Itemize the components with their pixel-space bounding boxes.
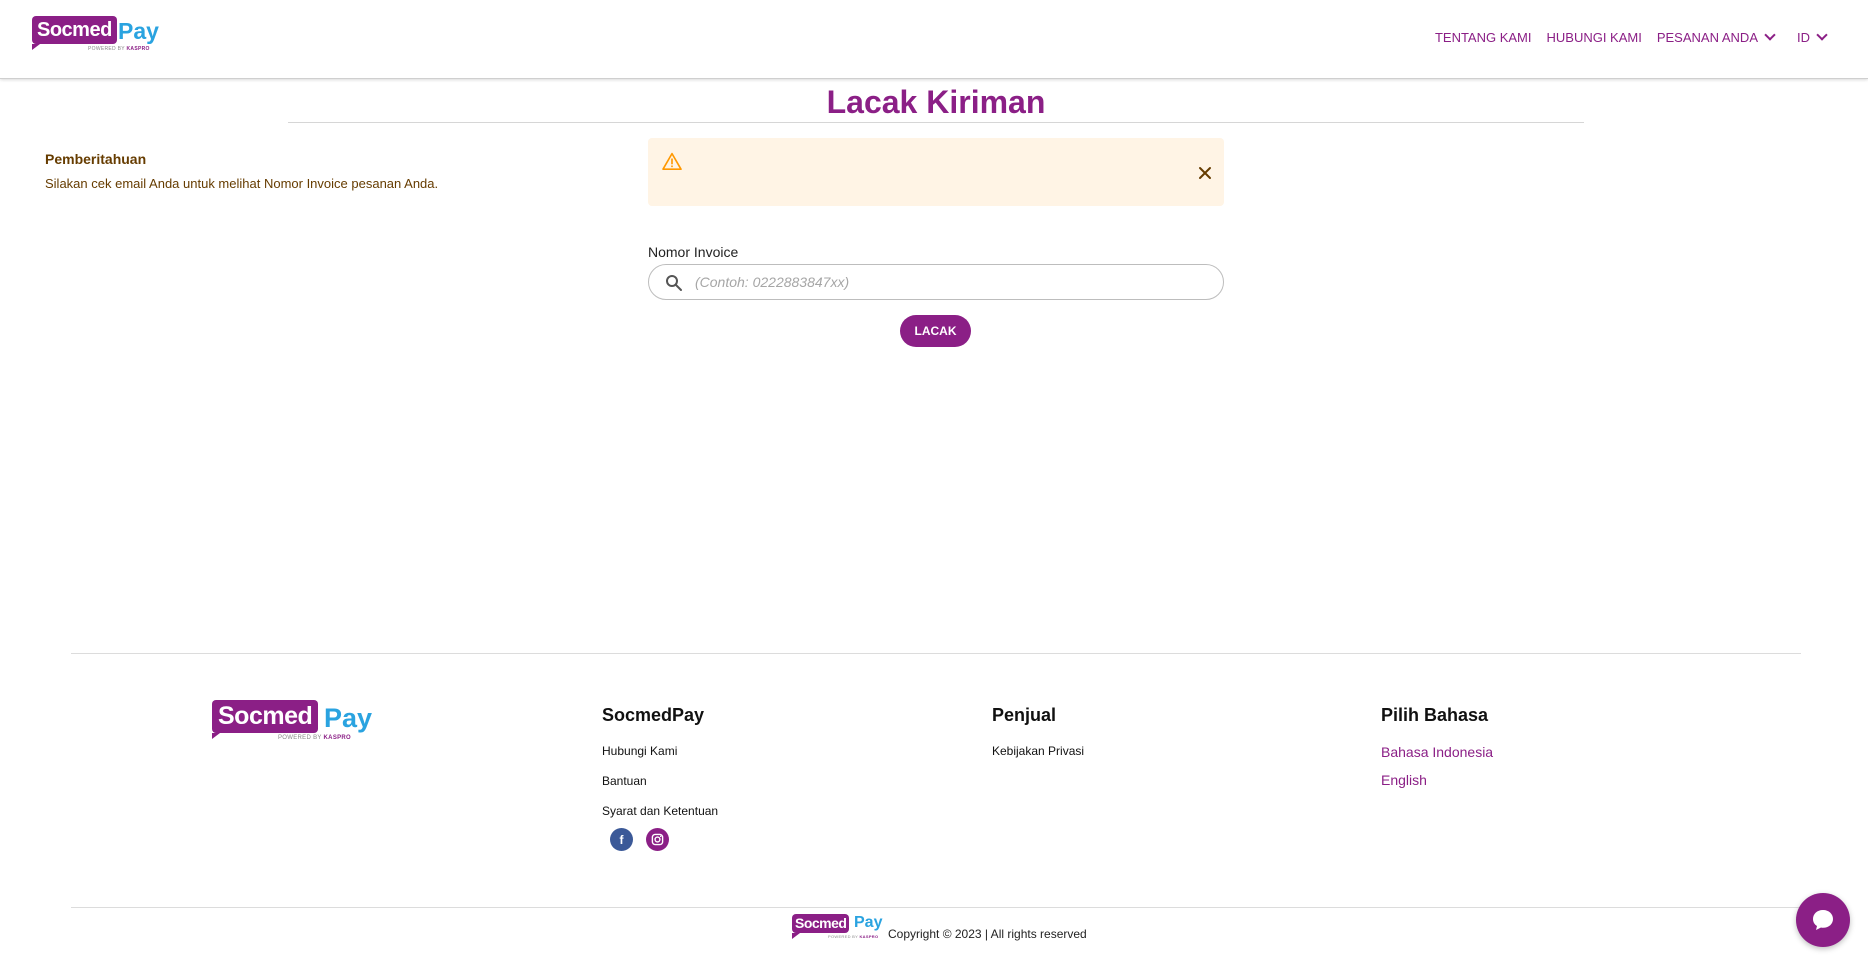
logo-pay-text: Pay (324, 703, 373, 733)
notice-alert (648, 138, 1224, 206)
footer-heading: Penjual (992, 705, 1057, 725)
track-button[interactable]: LACAK (900, 315, 971, 347)
logo-pay-text: Pay (118, 18, 159, 44)
nav-hubungi-kami[interactable]: HUBUNGI KAMI (1547, 30, 1642, 45)
nav-label: HUBUNGI KAMI (1546, 30, 1642, 45)
chevron-down-icon (1764, 29, 1776, 41)
header-logo[interactable]: Socmed Pay POWERED BY KASPRO (32, 16, 172, 56)
main-nav: TENTANG KAMI HUBUNGI KAMI PESANAN ANDA I… (1435, 29, 1828, 45)
warning-icon (662, 152, 682, 170)
language-link-english[interactable]: English (1381, 772, 1493, 788)
chat-button[interactable] (1796, 893, 1850, 947)
alert-message: Silakan cek email Anda untuk melihat Nom… (45, 176, 439, 191)
footer-col-pilih-bahasa: Pilih Bahasa Bahasa Indonesia English (1381, 705, 1493, 800)
nav-pesanan-anda-dropdown[interactable]: PESANAN ANDA (1656, 29, 1776, 45)
logo-powered-by: POWERED BY KASPRO (828, 934, 879, 939)
invoice-number-input[interactable] (695, 265, 1211, 299)
footer-link-syarat[interactable]: Syarat dan Ketentuan (602, 804, 718, 818)
instagram-glyph (651, 833, 664, 846)
footer-col-socmedpay: SocmedPay Hubungi Kami Bantuan Syarat da… (602, 705, 718, 851)
logo-socmed-text: Socmed (212, 700, 319, 739)
footer-heading: SocmedPay (602, 705, 705, 725)
footer-link-kebijakan-privasi[interactable]: Kebijakan Privasi (992, 744, 1084, 758)
facebook-icon[interactable]: f (610, 828, 633, 851)
footer-col-penjual: Penjual Kebijakan Privasi (992, 705, 1084, 774)
nav-label: TENTANG KAMI (1434, 30, 1532, 45)
language-label: ID (1797, 30, 1810, 45)
logo-powered-by: POWERED BY KASPRO (278, 735, 352, 741)
footer-divider-bottom (71, 907, 1801, 908)
social-links: f (610, 828, 718, 851)
top-header: Socmed Pay POWERED BY KASPRO TENTANG KAM… (0, 0, 1868, 79)
page-title: Lacak Kiriman (826, 84, 1046, 120)
logo-socmed-text: Socmed (792, 914, 850, 939)
footer-logo[interactable]: Socmed Pay POWERED BY KASPRO (212, 700, 376, 746)
nav-tentang-kami[interactable]: TENTANG KAMI (1435, 30, 1532, 45)
footer-link-bantuan[interactable]: Bantuan (602, 774, 718, 788)
invoice-search-box (648, 264, 1224, 300)
close-icon[interactable] (1196, 164, 1214, 182)
footer-heading: Pilih Bahasa (1381, 705, 1489, 725)
invoice-label: Nomor Invoice (648, 244, 739, 260)
title-divider (288, 122, 1584, 123)
logo-powered-by: POWERED BY KASPRO (88, 46, 150, 52)
footer-link-hubungi-kami[interactable]: Hubungi Kami (602, 744, 718, 758)
language-selector[interactable]: ID (1797, 29, 1828, 45)
logo-socmed-text: Socmed (32, 16, 117, 50)
instagram-icon[interactable] (646, 828, 669, 851)
nav-label: PESANAN ANDA (1656, 30, 1758, 45)
footer-divider-top (71, 653, 1801, 654)
chat-bubble-icon (1813, 910, 1833, 930)
copyright-text: Copyright © 2023 | All rights reserved (888, 927, 1087, 941)
chevron-down-icon (1816, 29, 1828, 41)
language-link-indonesia[interactable]: Bahasa Indonesia (1381, 744, 1493, 760)
logo-pay-text: Pay (854, 914, 883, 931)
copyright-logo: Socmed Pay POWERED BY KASPRO (792, 914, 882, 940)
search-icon (666, 275, 682, 291)
alert-title: Pemberitahuan (45, 151, 147, 167)
